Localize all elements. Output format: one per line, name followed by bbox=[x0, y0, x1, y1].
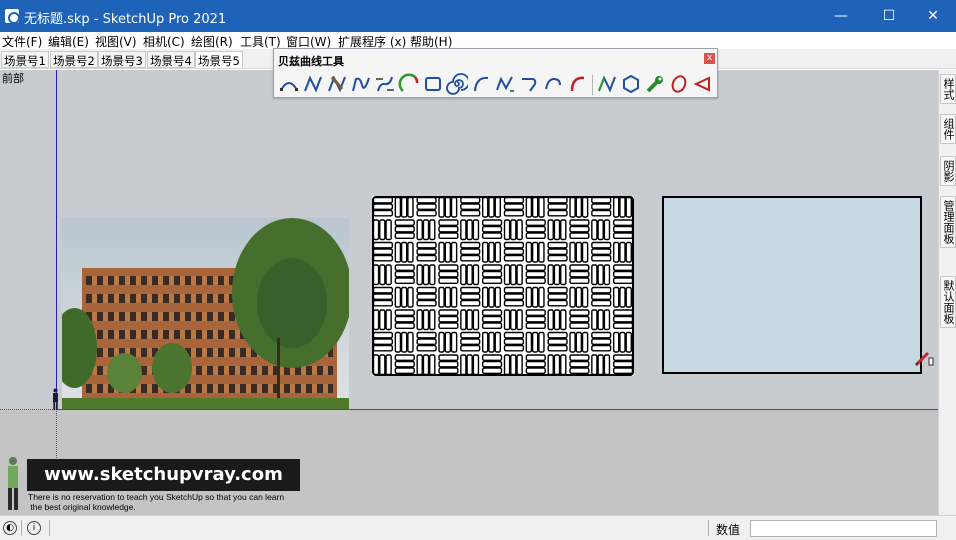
ellipse-icon[interactable] bbox=[668, 73, 690, 95]
close-button[interactable]: ✕ bbox=[910, 0, 956, 32]
spline-icon[interactable] bbox=[374, 73, 396, 95]
red-axis bbox=[57, 409, 938, 410]
building-photo[interactable] bbox=[62, 218, 349, 409]
tray-tab-manage[interactable]: 管理面板 bbox=[940, 196, 956, 248]
measurements-input[interactable] bbox=[750, 520, 937, 537]
scene-tab-4[interactable]: 场景号4 bbox=[147, 51, 195, 68]
triangle-arrow-icon[interactable] bbox=[692, 73, 714, 95]
toolbar-separator bbox=[592, 75, 593, 95]
menu-file[interactable]: 文件(F) bbox=[2, 33, 42, 50]
tray-tab-components[interactable]: 组件 bbox=[940, 114, 956, 144]
pencil-cursor-icon bbox=[914, 351, 934, 367]
scene-tab-2[interactable]: 场景号2 bbox=[50, 51, 98, 68]
polyline-icon[interactable] bbox=[596, 73, 618, 95]
bezier-curve-icon[interactable] bbox=[302, 73, 324, 95]
curve-up-icon[interactable] bbox=[518, 73, 540, 95]
red-axis-negative bbox=[0, 409, 57, 410]
drawing-viewport[interactable]: 前部 www.sketchupvray.com There is no rese… bbox=[0, 70, 938, 515]
toolbar-title: 贝兹曲线工具 bbox=[278, 55, 344, 68]
tray-tab-shadows[interactable]: 阴影 bbox=[940, 156, 956, 186]
watermark-caption: There is no reservation to teach you Ske… bbox=[28, 492, 318, 512]
blue-axis bbox=[56, 70, 57, 409]
weave-pattern-panel[interactable] bbox=[372, 196, 634, 376]
menu-view[interactable]: 视图(V) bbox=[95, 33, 137, 50]
bezier-curve-toolbar[interactable]: 贝兹曲线工具 x bbox=[273, 48, 718, 98]
grass-strip bbox=[62, 398, 349, 409]
tree-right-inner bbox=[257, 258, 327, 348]
tree-small-1 bbox=[107, 353, 142, 393]
wave-icon[interactable] bbox=[494, 73, 516, 95]
maximize-button[interactable]: ☐ bbox=[866, 0, 912, 32]
tray-tab-default[interactable]: 默认面板 bbox=[940, 276, 956, 328]
scene-tab-5[interactable]: 场景号5 bbox=[195, 51, 243, 68]
menu-draw[interactable]: 绘图(R) bbox=[191, 33, 233, 50]
scene-tab-1[interactable]: 场景号1 bbox=[1, 51, 49, 68]
menu-edit[interactable]: 编辑(E) bbox=[48, 33, 89, 50]
spiral-icon[interactable] bbox=[446, 73, 468, 95]
watermark-url: www.sketchupvray.com bbox=[27, 459, 300, 491]
status-divider bbox=[49, 520, 50, 536]
scene-tab-3[interactable]: 场景号3 bbox=[98, 51, 146, 68]
arc-green-icon[interactable] bbox=[398, 73, 420, 95]
curve-down-icon[interactable] bbox=[542, 73, 564, 95]
polygon-icon[interactable] bbox=[620, 73, 642, 95]
menu-bar: 文件(F) 编辑(E) 视图(V) 相机(C) 绘图(R) 工具(T) 窗口(W… bbox=[0, 32, 956, 49]
info-icon[interactable]: i bbox=[27, 521, 41, 535]
sketchup-logo-icon bbox=[5, 9, 20, 24]
toolbar-close-button[interactable]: x bbox=[704, 53, 715, 64]
tree-small-2 bbox=[152, 343, 192, 393]
bezier-arc-icon[interactable] bbox=[278, 73, 300, 95]
status-divider bbox=[21, 520, 22, 536]
measurements-label: 数值 bbox=[716, 523, 741, 537]
default-tray: 样式 组件 阴影 管理面板 默认面板 bbox=[938, 70, 956, 515]
scale-figure[interactable] bbox=[51, 388, 60, 410]
geo-location-icon[interactable]: ◐ bbox=[3, 521, 17, 535]
status-divider bbox=[708, 520, 709, 536]
arc-red-icon[interactable] bbox=[566, 73, 588, 95]
watermark-caption-line-2: the best original knowledge. bbox=[28, 502, 136, 512]
rectangle-icon[interactable] bbox=[422, 73, 444, 95]
polyline-n-icon[interactable] bbox=[350, 73, 372, 95]
tray-tab-styles[interactable]: 样式 bbox=[940, 74, 956, 104]
bezier-brush-icon[interactable] bbox=[326, 73, 348, 95]
green-axis-negative bbox=[56, 409, 57, 464]
title-bar: 无标题.skp - SketchUp Pro 2021 — ☐ ✕ bbox=[0, 0, 956, 32]
window-title: 无标题.skp - SketchUp Pro 2021 bbox=[24, 12, 227, 27]
arc-icon[interactable] bbox=[470, 73, 492, 95]
minimize-button[interactable]: — bbox=[818, 0, 864, 32]
view-label: 前部 bbox=[2, 72, 24, 85]
wrench-icon[interactable] bbox=[644, 73, 666, 95]
status-bar: ◐ i 数值 bbox=[0, 515, 956, 540]
menu-camera[interactable]: 相机(C) bbox=[143, 33, 185, 50]
rectangle-face[interactable] bbox=[662, 196, 922, 374]
watermark-person-icon bbox=[8, 457, 18, 510]
watermark-caption-line-1: There is no reservation to teach you Ske… bbox=[28, 492, 285, 502]
